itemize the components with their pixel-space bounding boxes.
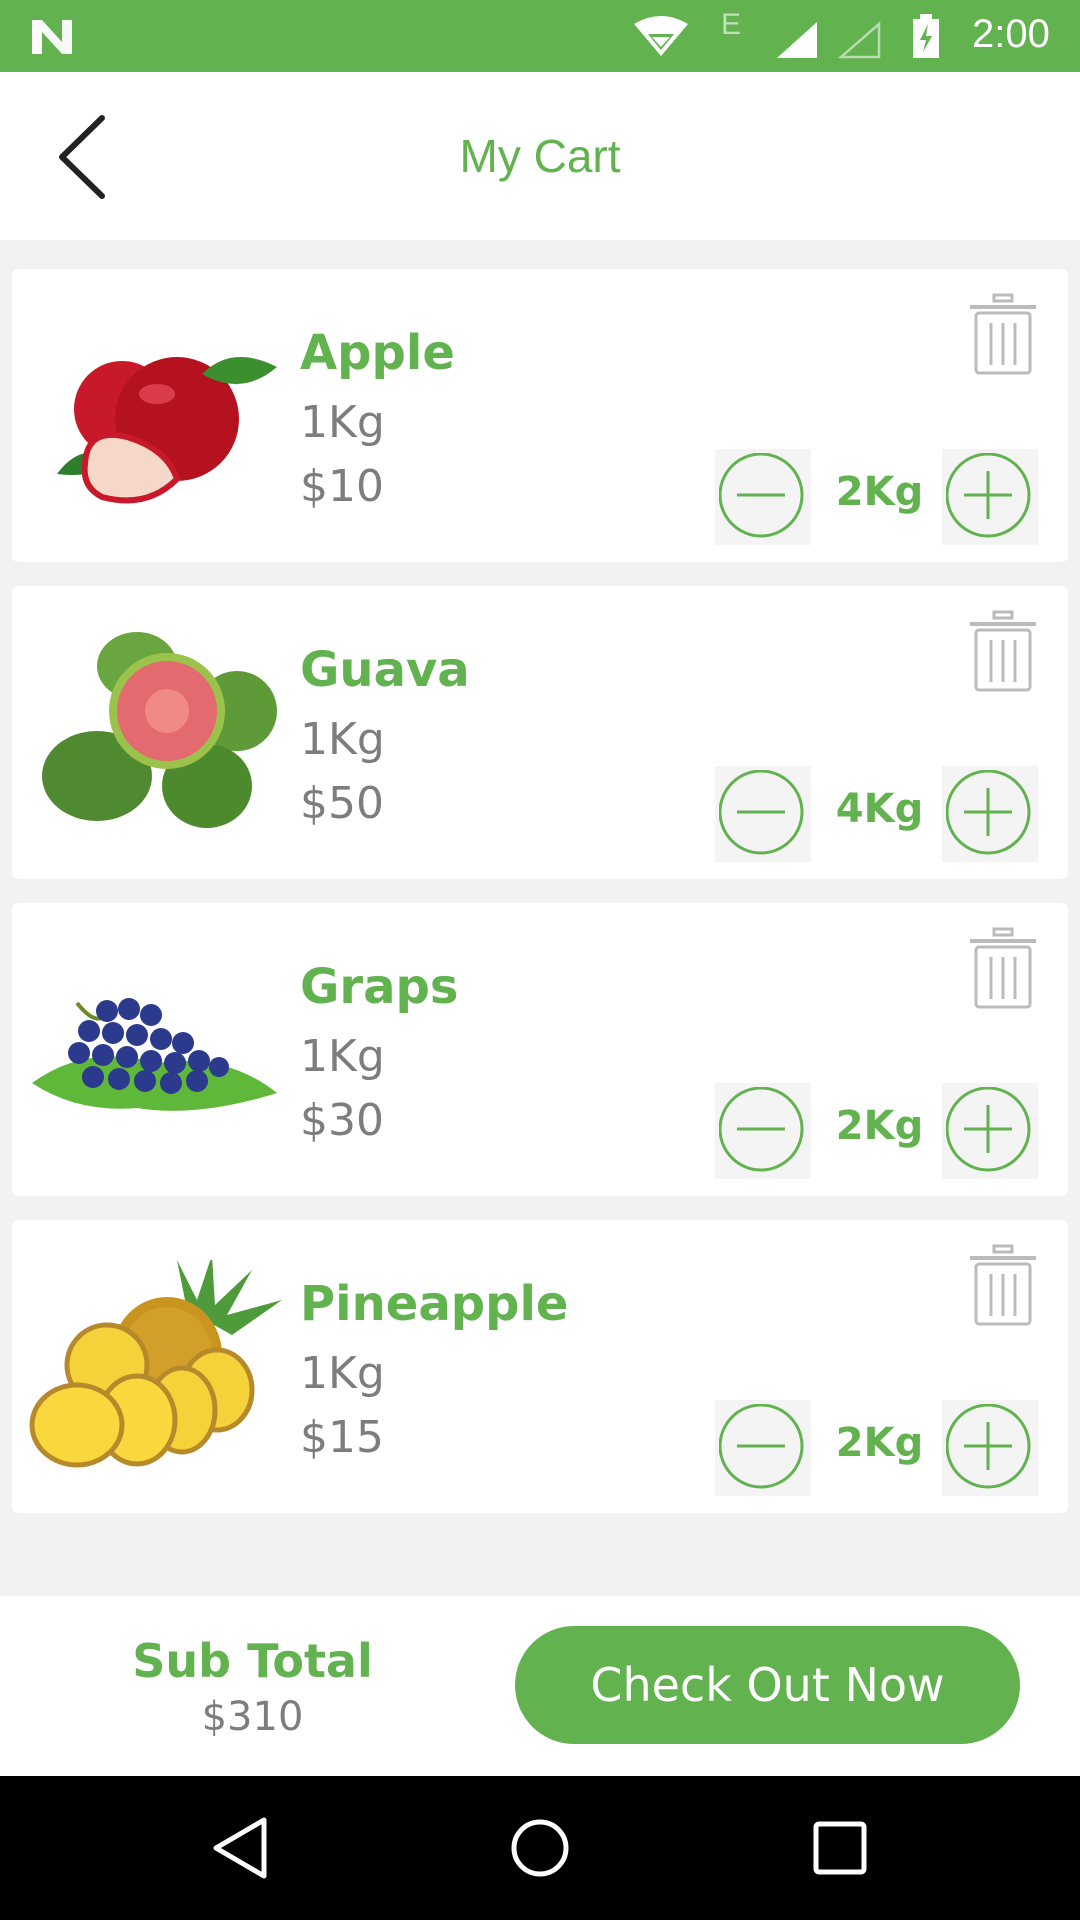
product-name: Graps — [300, 959, 459, 1015]
cart-item: Pineapple 1Kg $15 2Kg — [12, 1220, 1068, 1513]
system-nav-bar — [0, 1776, 1080, 1920]
plus-icon — [946, 453, 1031, 538]
app-bar: My Cart — [0, 72, 1080, 240]
product-price: $50 — [300, 778, 384, 829]
minus-icon — [719, 1087, 804, 1172]
product-price: $15 — [300, 1412, 384, 1463]
quantity-value: 4Kg — [835, 786, 924, 832]
decrease-quantity-button[interactable] — [715, 449, 811, 545]
cart-item: Apple 1Kg $10 2Kg — [12, 269, 1068, 562]
increase-quantity-button[interactable] — [942, 449, 1038, 545]
decrease-quantity-button[interactable] — [715, 766, 811, 862]
product-name: Guava — [300, 642, 470, 698]
network-type-label: E — [721, 8, 742, 41]
page-title: My Cart — [459, 130, 621, 182]
subtotal-label: Sub Total — [132, 1634, 373, 1688]
signal-icon-empty — [838, 21, 881, 59]
product-unit: 1Kg — [300, 1031, 385, 1082]
clock: 2:00 — [972, 12, 1050, 56]
plus-icon — [946, 1404, 1031, 1489]
increase-quantity-button[interactable] — [942, 766, 1038, 862]
n-logo-icon — [32, 20, 72, 54]
apple-image — [57, 357, 277, 504]
checkout-bar: Sub Total $310 Check Out Now — [0, 1596, 1080, 1776]
nav-recents-icon[interactable] — [804, 1812, 876, 1884]
decrease-quantity-button[interactable] — [715, 1400, 811, 1496]
trash-icon[interactable] — [967, 293, 1039, 375]
checkout-button[interactable]: Check Out Now — [515, 1626, 1020, 1744]
wifi-icon — [634, 16, 688, 56]
product-name: Pineapple — [300, 1276, 569, 1332]
plus-icon — [946, 1087, 1031, 1172]
minus-icon — [719, 1404, 804, 1489]
trash-icon[interactable] — [967, 927, 1039, 1009]
quantity-value: 2Kg — [835, 1103, 924, 1149]
quantity-value: 2Kg — [835, 1420, 924, 1466]
increase-quantity-button[interactable] — [942, 1400, 1038, 1496]
cart-item: Graps 1Kg $30 2Kg — [12, 903, 1068, 1196]
increase-quantity-button[interactable] — [942, 1083, 1038, 1179]
nav-home-icon[interactable] — [504, 1812, 576, 1884]
status-bar: E 2:00 — [0, 0, 1080, 72]
product-unit: 1Kg — [300, 397, 385, 448]
nav-back-icon[interactable] — [204, 1812, 276, 1884]
pineapple-image — [29, 1260, 282, 1468]
trash-icon[interactable] — [967, 1244, 1039, 1326]
subtotal-value: $310 — [201, 1694, 304, 1740]
plus-icon — [946, 770, 1031, 855]
signal-icon — [777, 22, 817, 58]
product-name: Apple — [300, 325, 455, 381]
grapes-image — [32, 998, 277, 1111]
guava-image — [42, 632, 277, 828]
product-price: $10 — [300, 461, 384, 512]
quantity-value: 2Kg — [835, 469, 924, 515]
product-price: $30 — [300, 1095, 384, 1146]
decrease-quantity-button[interactable] — [715, 1083, 811, 1179]
cart-item: Guava 1Kg $50 4Kg — [12, 586, 1068, 879]
minus-icon — [719, 770, 804, 855]
product-unit: 1Kg — [300, 714, 385, 765]
battery-icon — [913, 14, 939, 58]
minus-icon — [719, 453, 804, 538]
product-unit: 1Kg — [300, 1348, 385, 1399]
trash-icon[interactable] — [967, 610, 1039, 692]
